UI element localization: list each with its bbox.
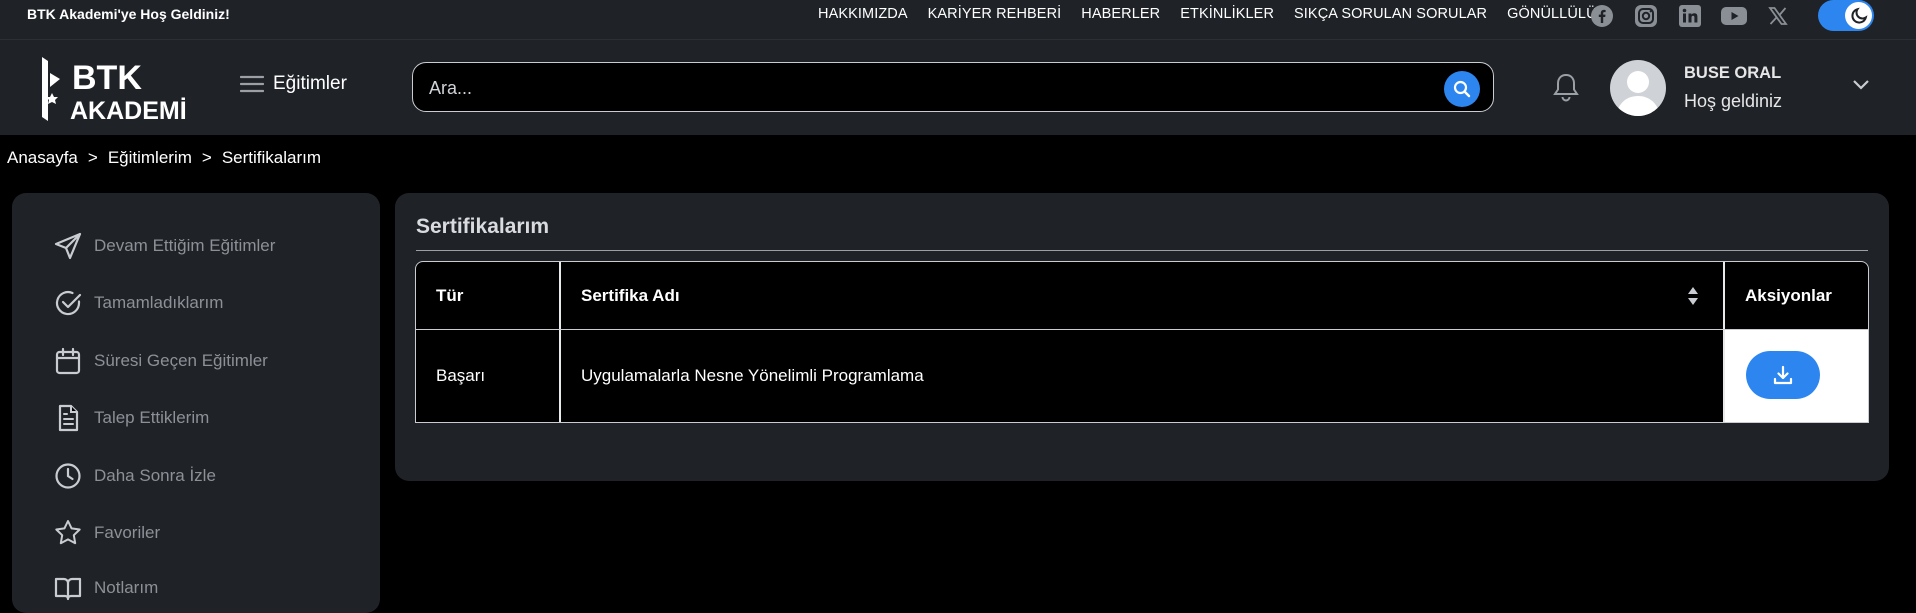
welcome-text: BTK Akademi'ye Hoş Geldiniz! (27, 6, 230, 22)
page-title: Sertifikalarım (416, 215, 550, 238)
sidebar-item-label: Notlarım (94, 578, 159, 597)
sidebar-item-ongoing[interactable]: Devam Ettiğim Eğitimler (52, 231, 275, 261)
column-header-actions: Aksiyonlar (1745, 285, 1832, 305)
check-circle-icon (52, 287, 84, 319)
top-utility-bar: BTK Akademi'ye Hoş Geldiniz! HAKKIMIZDA … (0, 0, 1916, 40)
user-avatar-icon (1616, 71, 1660, 116)
notifications-button[interactable] (1552, 72, 1580, 107)
cell-actions (1725, 330, 1868, 422)
user-menu-chevron[interactable] (1852, 78, 1870, 96)
x-icon[interactable] (1764, 2, 1792, 30)
user-name: BUSE ORAL (1684, 64, 1782, 82)
star-icon (52, 517, 84, 549)
sidebar-item-notes[interactable]: Notlarım (52, 573, 158, 603)
logo-text-bottom: AKADEMİ (70, 97, 187, 125)
courses-menu-button[interactable]: Eğitimler (240, 73, 347, 95)
avatar[interactable] (1610, 60, 1666, 116)
btk-akademi-logo[interactable]: BTK AKADEMİ (38, 53, 208, 125)
document-icon (52, 402, 84, 434)
logo-text-top: BTK (72, 59, 142, 97)
breadcrumb-separator: > (201, 148, 212, 167)
sidebar-item-completed[interactable]: Tamamladıklarım (52, 288, 223, 318)
top-link-career[interactable]: KARİYER REHBERİ (928, 6, 1062, 22)
send-icon (52, 230, 84, 262)
sidebar-item-expired[interactable]: Süresi Geçen Eğitimler (52, 346, 268, 376)
cell-certificate-type: Başarı (436, 366, 486, 385)
top-link-about[interactable]: HAKKIMIZDA (818, 6, 908, 22)
clock-icon (52, 460, 84, 492)
courses-menu-label: Eğitimler (273, 73, 347, 94)
calendar-icon (52, 345, 84, 377)
sort-icon[interactable] (1687, 286, 1699, 311)
sidebar-item-watch-later[interactable]: Daha Sonra İzle (52, 461, 216, 491)
breadcrumb-home[interactable]: Anasayfa (7, 148, 78, 168)
download-certificate-button[interactable] (1746, 351, 1820, 399)
sidebar-item-label: Devam Ettiğim Eğitimler (94, 236, 276, 255)
cell-certificate-name: Uygulamalarla Nesne Yönelimli Programlam… (581, 366, 924, 385)
user-greeting: Hoş geldiniz (1684, 91, 1783, 111)
column-divider (559, 262, 561, 422)
instagram-icon[interactable] (1632, 2, 1660, 30)
title-divider (416, 250, 1868, 251)
breadcrumb: Anasayfa > Eğitimlerim > Sertifikalarım (7, 148, 321, 168)
chevron-down-icon (1853, 80, 1869, 90)
top-link-events[interactable]: ETKİNLİKLER (1180, 6, 1274, 22)
sidebar-item-label: Favoriler (94, 523, 161, 542)
theme-toggle[interactable] (1818, 0, 1874, 31)
hamburger-icon (240, 75, 264, 93)
breadcrumb-separator: > (87, 148, 98, 167)
column-header-certificate-name[interactable]: Sertifika Adı (581, 262, 1581, 329)
sidebar-item-favorites[interactable]: Favoriler (52, 518, 160, 548)
top-links: HAKKIMIZDA KARİYER REHBERİ HABERLER ETKİ… (818, 6, 1606, 22)
search-input[interactable] (427, 63, 1431, 113)
search-bar (412, 62, 1494, 113)
breadcrumb-certificates[interactable]: Sertifikalarım (222, 148, 321, 168)
top-link-news[interactable]: HABERLER (1081, 6, 1160, 22)
bell-icon (1553, 73, 1579, 102)
certificates-panel: Sertifikalarım Tür Sertifika Adı Aksiyon… (395, 193, 1889, 481)
column-header-type[interactable]: Tür (436, 262, 556, 329)
youtube-icon[interactable] (1720, 2, 1748, 30)
facebook-icon[interactable] (1588, 2, 1616, 30)
top-link-faq[interactable]: SIKÇA SORULAN SORULAR (1294, 6, 1487, 22)
linkedin-icon[interactable] (1676, 2, 1704, 30)
sidebar-item-requested[interactable]: Talep Ettiklerim (52, 403, 209, 433)
main-header: BTK AKADEMİ Eğitimler BUSE ORAL Hoş geld… (0, 40, 1916, 135)
breadcrumb-my-courses[interactable]: Eğitimlerim (108, 148, 192, 168)
search-icon (1453, 80, 1471, 98)
search-button[interactable] (1444, 71, 1480, 107)
social-links (1588, 2, 1792, 30)
book-icon (52, 572, 84, 604)
sidebar-item-label: Tamamladıklarım (94, 293, 224, 312)
sidebar-item-label: Daha Sonra İzle (94, 466, 216, 485)
download-icon (1773, 365, 1793, 385)
sidebar: Devam Ettiğim Eğitimler Tamamladıklarım … (12, 193, 380, 613)
sidebar-item-label: Süresi Geçen Eğitimler (94, 351, 268, 370)
sidebar-item-label: Talep Ettiklerim (94, 408, 210, 427)
certificates-table: Tür Sertifika Adı Aksiyonlar Başarı Uygu… (415, 261, 1869, 423)
moon-icon (1845, 2, 1872, 29)
